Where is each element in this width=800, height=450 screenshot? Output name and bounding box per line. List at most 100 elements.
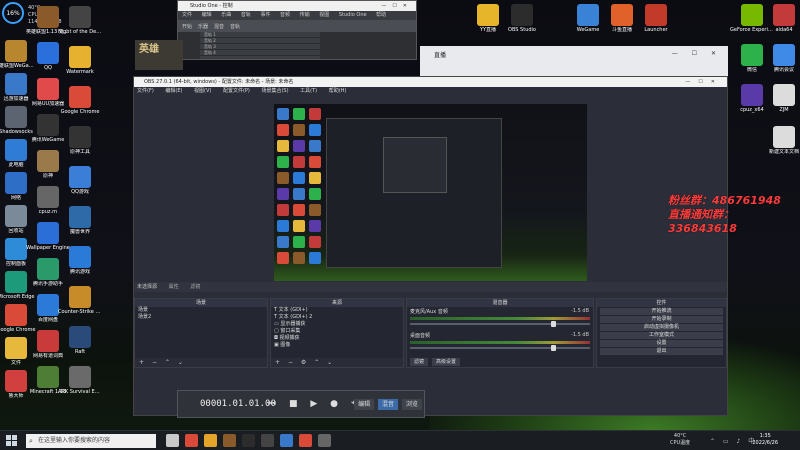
move-up-icon[interactable]: ⌃ <box>165 359 170 366</box>
desktop-icon[interactable]: 魔兽世界 <box>58 206 102 235</box>
desktop-icon[interactable]: Launcher <box>634 4 678 33</box>
tab-mix[interactable]: 混音 <box>378 399 399 410</box>
taskbar-clock[interactable]: 1:35 2022/6/26 <box>752 433 778 447</box>
desktop-icon[interactable]: 原神工具 <box>58 126 102 155</box>
preview-mini-icon <box>309 252 321 264</box>
obs-menu-view[interactable]: 视图(V) <box>194 88 211 94</box>
desktop-icon[interactable]: Raft <box>58 326 102 355</box>
desktop-icon[interactable]: 新建文本文档 <box>762 126 800 155</box>
scene-item[interactable]: 场景 <box>135 307 267 314</box>
browser-window[interactable]: 直播 — ☐ ✕ <box>420 46 728 76</box>
preview-mini-icon <box>277 156 289 168</box>
move-down-icon[interactable]: ⌄ <box>327 359 332 366</box>
obs-title-bar[interactable]: OBS 27.0.1 (64-bit, windows) - 配置文件: 未命名… <box>134 77 727 87</box>
remove-scene-button[interactable]: − <box>152 359 157 366</box>
obs-source-status-bar: 未选择源 属性 滤镜 <box>134 282 727 292</box>
desktop-icon[interactable]: Night of the Dead <box>58 6 102 35</box>
studio-tool-start[interactable]: 开始 <box>182 23 192 30</box>
studio-menu-file[interactable]: 文件 <box>182 12 192 18</box>
tab-browse[interactable]: 浏览 <box>401 399 422 410</box>
obs-menu-file[interactable]: 文件(F) <box>137 88 154 94</box>
studio-tool-instrument[interactable]: 乐器 <box>198 23 208 30</box>
add-scene-button[interactable]: + <box>139 359 144 366</box>
taskbar-search-box[interactable]: ⌕ 在这里输入你要搜索的内容 <box>26 434 156 448</box>
desktop-icon[interactable]: Google Chrome <box>58 86 102 115</box>
obs-menu-profile[interactable]: 配置文件(P) <box>223 88 250 94</box>
desktop-icon[interactable]: 腾讯游戏 <box>58 246 102 275</box>
desktop-icon[interactable]: ZJM <box>762 84 800 113</box>
studio-menu-song[interactable]: 乐曲 <box>221 12 231 18</box>
windows-start-icon[interactable] <box>6 435 18 447</box>
obs-menu-help[interactable]: 帮助(H) <box>329 88 347 94</box>
preview-mini-icon <box>277 108 289 120</box>
properties-button[interactable]: 属性 <box>169 284 179 290</box>
studio-menu-studio[interactable]: Studio One <box>339 12 367 18</box>
taskbar-app-icon[interactable] <box>204 434 217 447</box>
taskbar-app-icon[interactable] <box>242 434 255 447</box>
taskbar-app-icon[interactable] <box>261 434 274 447</box>
source-item[interactable]: ▣ 图像 <box>271 342 403 349</box>
studio-menu-track[interactable]: 音轨 <box>241 12 251 18</box>
desktop-icon[interactable]: QQ游戏 <box>58 166 102 195</box>
obs-window[interactable]: OBS 27.0.1 (64-bit, windows) - 配置文件: 未命名… <box>133 76 728 416</box>
obs-preview[interactable] <box>274 104 587 281</box>
studio-menu-transport[interactable]: 传输 <box>300 12 310 18</box>
transport-buttons[interactable]: ⏮ ■ ▶ ● ⟲ <box>268 399 363 409</box>
obs-menu-scene-collection[interactable]: 场景集合(S) <box>261 88 288 94</box>
taskbar-app-icon[interactable] <box>223 434 236 447</box>
studio-track[interactable]: 音轨 4 <box>200 50 320 56</box>
studio-menu-view[interactable]: 视图 <box>319 12 329 18</box>
studio-tool-mix[interactable]: 混音 <box>214 23 224 30</box>
mixer-tab-filters[interactable]: 滤镜 <box>410 358 429 366</box>
studio-menu-edit[interactable]: 编辑 <box>202 12 212 18</box>
move-up-icon[interactable]: ⌃ <box>314 359 319 366</box>
desktop-icon[interactable]: 腾讯会议 <box>762 44 800 73</box>
source-item[interactable]: T 文本 (GDI+) 2 <box>271 314 403 321</box>
desktop-icon[interactable]: ARK Survival Evolved <box>58 366 102 395</box>
source-item[interactable]: ▭ 显示器捕获 <box>271 321 403 328</box>
studio-one-window[interactable]: Studio One - 控制 —☐✕ 文件 编辑 乐曲 音轨 事件 音频 传输… <box>177 0 417 60</box>
exit-button[interactable]: 退出 <box>600 348 723 355</box>
taskbar-app-icon[interactable] <box>166 434 179 447</box>
taskbar-app-icon[interactable] <box>185 434 198 447</box>
gear-icon[interactable]: ⚙ <box>301 359 306 366</box>
taskbar-app-icon[interactable] <box>318 434 331 447</box>
source-item[interactable]: ▢ 窗口采集 <box>271 328 403 335</box>
taskbar-app-icon[interactable] <box>299 434 312 447</box>
source-item[interactable]: T 文本 (GDI+) <box>271 307 403 314</box>
source-item[interactable]: ◘ 视频捕获 <box>271 335 403 342</box>
desktop-icon[interactable]: YY直播 <box>466 4 510 33</box>
scene-item[interactable]: 场景2 <box>135 314 267 321</box>
studio-mode-button[interactable]: 工作室模式 <box>600 332 723 339</box>
tray-icons[interactable]: ⌃ ▭ ♪ 中 <box>710 436 757 445</box>
browser-window-controls[interactable]: — ☐ ✕ <box>672 50 722 57</box>
studio-menu-help[interactable]: 帮助 <box>376 12 386 18</box>
start-streaming-button[interactable]: 开始推流 <box>600 308 723 315</box>
add-source-button[interactable]: + <box>275 359 280 366</box>
move-down-icon[interactable]: ⌄ <box>178 359 183 366</box>
start-recording-button[interactable]: 开始录制 <box>600 316 723 323</box>
mixer-tab-advanced[interactable]: 高级设置 <box>431 358 460 366</box>
tab-edit[interactable]: 编辑 <box>354 399 375 410</box>
studio-tool-track[interactable]: 音轨 <box>230 23 240 30</box>
studio-title-bar[interactable]: Studio One - 控制 —☐✕ <box>178 1 416 11</box>
desktop-icon[interactable]: Watermark <box>58 46 102 75</box>
clock-date: 2022/6/26 <box>752 440 778 446</box>
app-icon <box>5 73 27 95</box>
settings-button[interactable]: 设置 <box>600 340 723 347</box>
taskbar-app-icon[interactable] <box>280 434 293 447</box>
desktop-icon[interactable]: Counter-Strike Global Off. <box>58 286 102 315</box>
desktop-icon[interactable]: aida64 <box>762 4 800 33</box>
obs-menu-edit[interactable]: 编辑(E) <box>165 88 182 94</box>
obs-window-controls[interactable]: —☐✕ <box>685 77 723 87</box>
obs-menu-tools[interactable]: 工具(T) <box>300 88 317 94</box>
volume-slider[interactable] <box>410 345 590 351</box>
volume-slider[interactable] <box>410 321 590 327</box>
studio-menu-audio[interactable]: 音频 <box>280 12 290 18</box>
filters-button[interactable]: 滤镜 <box>190 284 200 290</box>
virtual-camera-button[interactable]: 启动虚拟摄像机 <box>600 324 723 331</box>
studio-window-controls[interactable]: —☐✕ <box>381 1 413 11</box>
remove-source-button[interactable]: − <box>288 359 293 366</box>
preview-mini-icon <box>293 156 305 168</box>
studio-menu-event[interactable]: 事件 <box>260 12 270 18</box>
